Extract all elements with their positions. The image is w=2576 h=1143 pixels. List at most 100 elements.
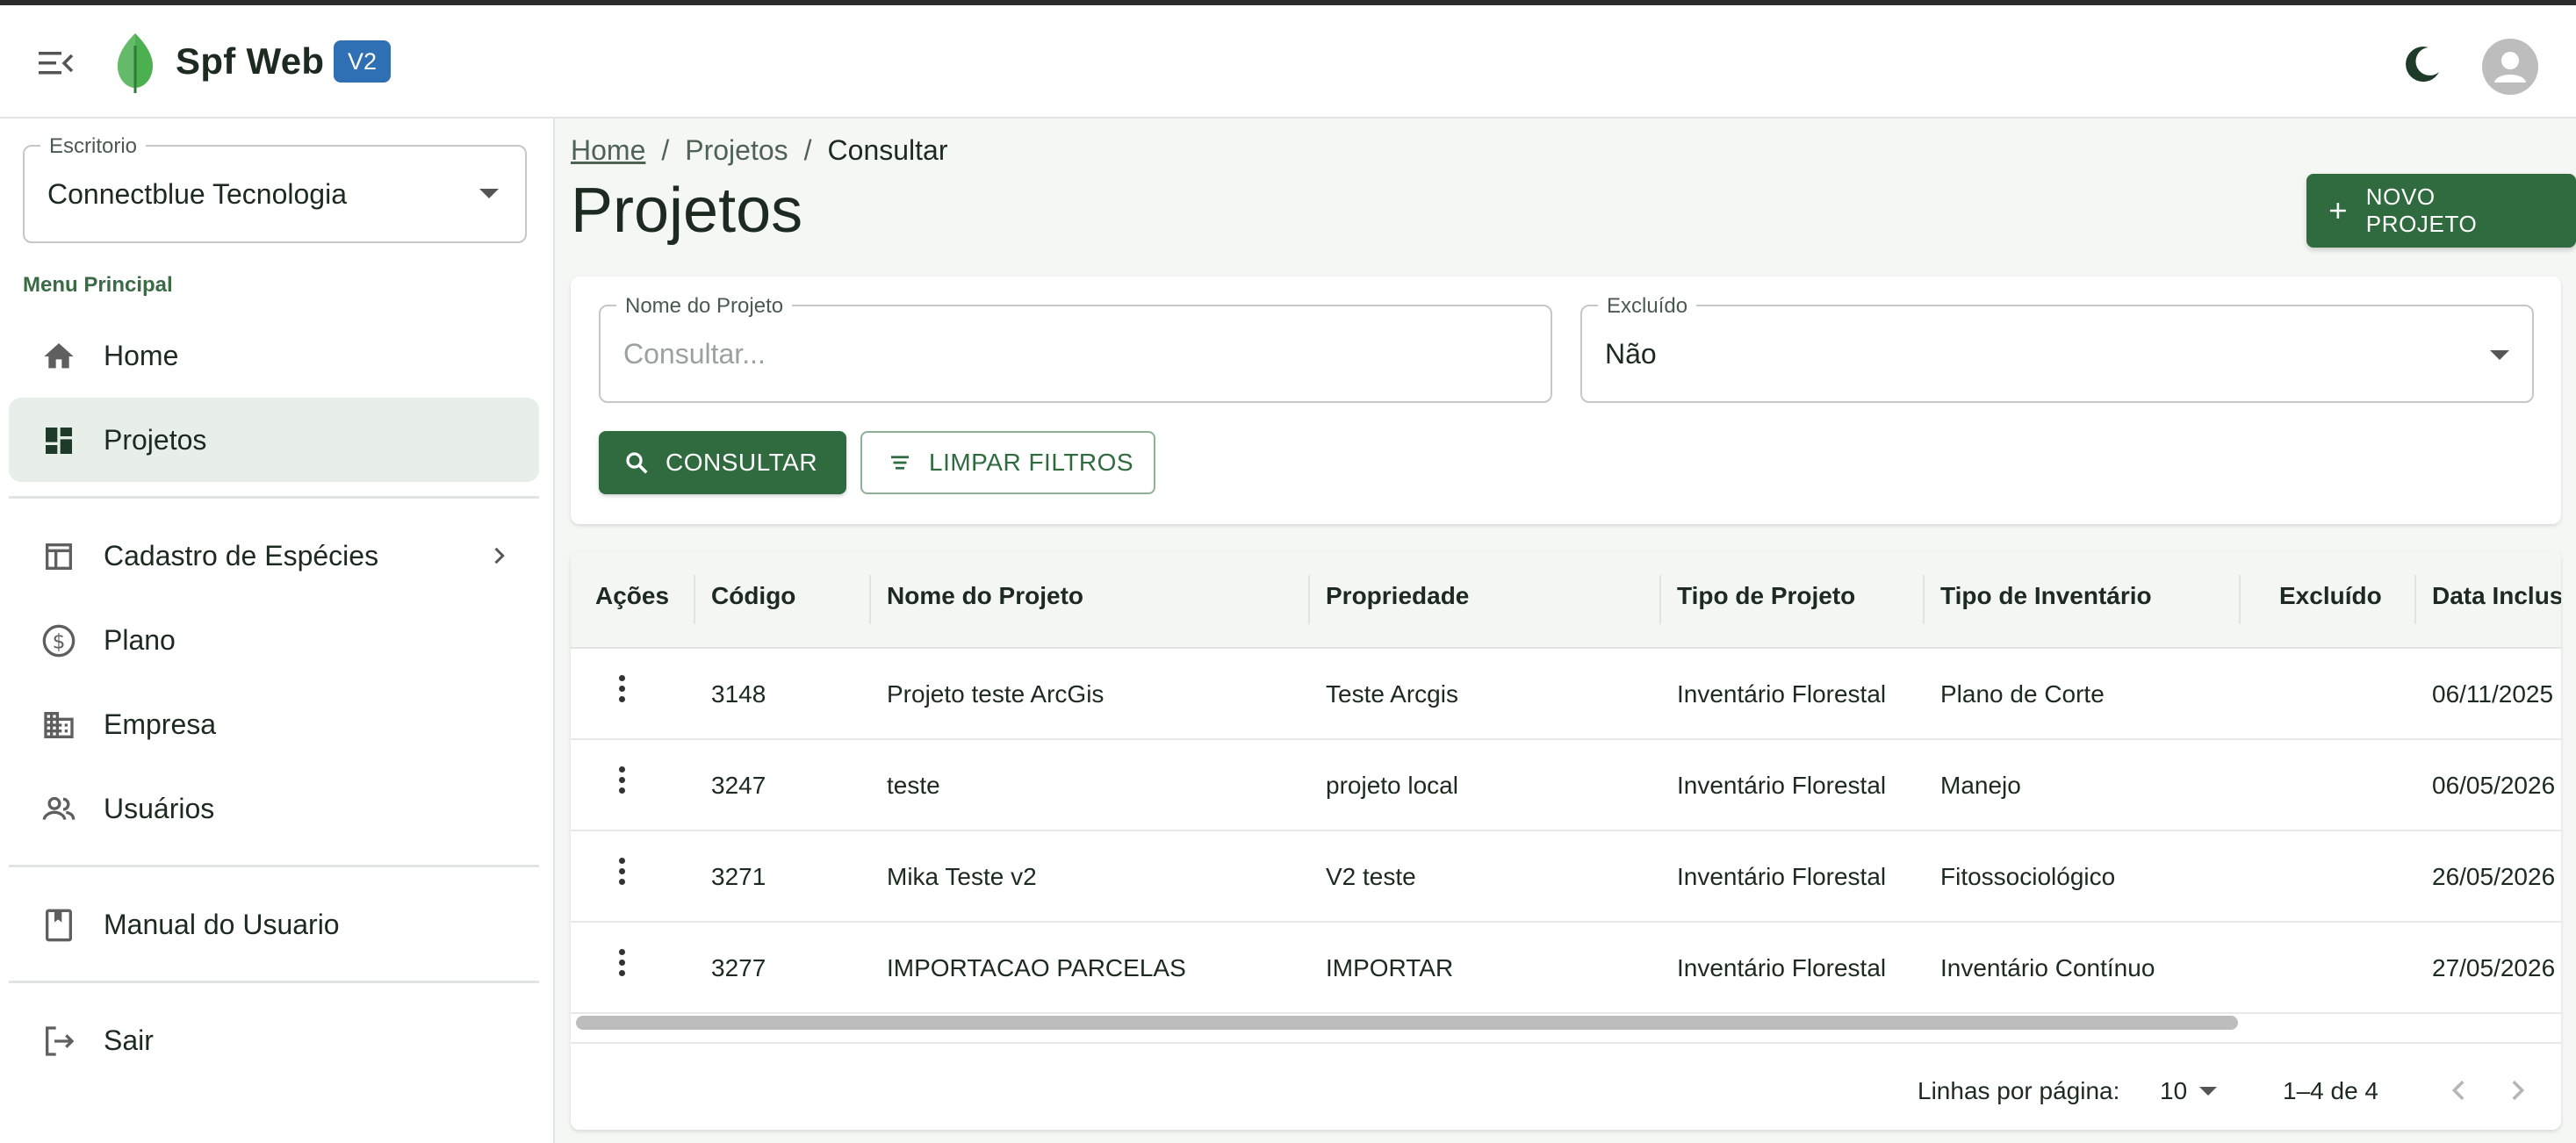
version-badge: V2 — [334, 40, 392, 83]
caret-down-icon — [479, 189, 499, 198]
building-icon — [40, 707, 77, 744]
filter-card: Nome do Projeto Excluído Não CONSULTAR L… — [571, 277, 2561, 524]
office-select-label: Escritorio — [40, 134, 147, 159]
sidebar-item-projetos[interactable]: Projetos — [9, 398, 539, 482]
cell-inventory-type: Plano de Corte — [1940, 680, 2105, 708]
more-vert-icon[interactable] — [613, 675, 630, 710]
sidebar-item-plano[interactable]: $ Plano — [9, 598, 539, 682]
moon-icon[interactable] — [2402, 44, 2443, 84]
breadcrumb-separator: / — [661, 134, 670, 166]
cell-inventory-type: Fitossociológico — [1940, 863, 2116, 890]
chevron-right-icon[interactable] — [2502, 1075, 2532, 1105]
column-separator[interactable] — [694, 575, 695, 624]
column-separator[interactable] — [2239, 575, 2241, 624]
column-header-property[interactable]: Propriedade — [1326, 582, 1469, 610]
projects-table: Ações Código Nome do Projeto Propriedade… — [571, 550, 2561, 1130]
menu-collapse-icon — [39, 52, 74, 75]
sidebar-item-home[interactable]: Home — [9, 313, 539, 398]
search-icon — [626, 452, 648, 474]
cell-code: 3271 — [711, 863, 766, 890]
sidebar-item-label: Usuários — [104, 793, 215, 824]
table-row[interactable]: 3271 Mika Teste v2 V2 teste Inventário F… — [571, 831, 2561, 923]
rows-per-page-select[interactable]: 10 — [2160, 1077, 2218, 1105]
table-row[interactable]: 3148 Projeto teste ArcGis Teste Arcgis I… — [571, 649, 2561, 740]
sidebar-item-sair[interactable]: Sair — [9, 998, 539, 1082]
sidebar-divider — [9, 981, 539, 983]
sidebar-item-label: Cadastro de Espécies — [104, 540, 379, 572]
sidebar-divider — [9, 496, 539, 499]
new-project-button[interactable]: NOVO PROJETO — [2306, 174, 2576, 248]
sidebar-item-empresa[interactable]: Empresa — [9, 682, 539, 766]
cell-property: projeto local — [1326, 772, 1458, 799]
chevron-left-icon[interactable] — [2444, 1075, 2474, 1105]
table-row[interactable]: 3247 teste projeto local Inventário Flor… — [571, 740, 2561, 831]
column-separator[interactable] — [2414, 575, 2416, 624]
plus-icon — [2329, 203, 2346, 219]
breadcrumb: Home / Projetos / Consultar — [571, 134, 947, 167]
cell-project-type: Inventário Florestal — [1677, 954, 1887, 981]
dashboard-icon — [40, 422, 77, 459]
column-separator[interactable] — [1659, 575, 1661, 624]
cell-project-type: Inventário Florestal — [1677, 772, 1887, 799]
book-icon — [40, 907, 77, 944]
project-name-field[interactable]: Nome do Projeto — [599, 294, 1552, 403]
menu-section-label: Menu Principal — [23, 273, 173, 297]
cell-project-name: Projeto teste ArcGis — [887, 680, 1105, 708]
cell-project-name: IMPORTACAO PARCELAS — [887, 954, 1186, 981]
cell-property: V2 teste — [1326, 863, 1416, 890]
more-vert-icon[interactable] — [613, 949, 630, 984]
sidebar-item-usuarios[interactable]: Usuários — [9, 766, 539, 851]
horizontal-scrollbar[interactable] — [576, 1016, 2238, 1030]
column-header-actions[interactable]: Ações — [595, 582, 669, 610]
cell-date: 26/05/2026 — [2432, 863, 2556, 890]
avatar[interactable] — [2482, 39, 2538, 95]
column-header-project-name[interactable]: Nome do Projeto — [887, 582, 1083, 610]
svg-text:$: $ — [53, 629, 66, 653]
office-select[interactable]: Escritorio Connectblue Tecnologia — [23, 134, 527, 243]
deleted-select-value: Não — [1605, 338, 1657, 370]
search-button-label: CONSULTAR — [666, 449, 818, 476]
cell-project-type: Inventário Florestal — [1677, 680, 1887, 708]
menu-collapse-button[interactable] — [33, 42, 79, 84]
more-vert-icon[interactable] — [613, 766, 630, 802]
column-header-date[interactable]: Data Inclus — [2432, 582, 2561, 610]
column-header-inventory-type[interactable]: Tipo de Inventário — [1940, 582, 2152, 610]
page-title: Projetos — [571, 176, 803, 246]
rows-per-page-label: Linhas por página: — [1918, 1077, 2120, 1104]
table-row[interactable]: 3277 IMPORTACAO PARCELAS IMPORTAR Invent… — [571, 923, 2561, 1014]
caret-down-icon — [2490, 350, 2509, 360]
logout-icon — [40, 1023, 77, 1060]
sidebar-item-label: Projetos — [104, 424, 207, 456]
more-vert-icon[interactable] — [613, 858, 630, 893]
table-icon — [40, 538, 77, 575]
main-content: Home / Projetos / Consultar Projetos NOV… — [555, 119, 2576, 1143]
breadcrumb-home-link[interactable]: Home — [571, 134, 645, 167]
column-header-project-type[interactable]: Tipo de Projeto — [1677, 582, 1855, 610]
cell-project-type: Inventário Florestal — [1677, 863, 1887, 890]
column-separator[interactable] — [1308, 575, 1310, 624]
cell-code: 3247 — [711, 772, 766, 799]
sidebar-item-label: Sair — [104, 1024, 154, 1056]
column-separator[interactable] — [869, 575, 871, 624]
sidebar-item-cadastro-especies[interactable]: Cadastro de Espécies — [9, 514, 539, 598]
column-header-code[interactable]: Código — [711, 582, 795, 610]
breadcrumb-current: Consultar — [827, 134, 948, 166]
cell-project-name: teste — [887, 772, 940, 799]
breadcrumb-separator: / — [803, 134, 812, 166]
clear-filter-icon — [891, 456, 909, 470]
project-name-input[interactable] — [623, 338, 1519, 370]
cell-date: 27/05/2026 — [2432, 954, 2556, 981]
deleted-select[interactable]: Excluído Não — [1580, 294, 2534, 403]
column-header-deleted[interactable]: Excluído — [2279, 582, 2382, 610]
clear-filters-button[interactable]: LIMPAR FILTROS — [860, 431, 1155, 494]
new-project-button-label: NOVO PROJETO — [2365, 183, 2478, 237]
sidebar-item-label: Plano — [104, 624, 176, 656]
sidebar-item-manual[interactable]: Manual do Usuario — [9, 882, 539, 967]
dollar-icon: $ — [40, 622, 77, 659]
home-icon — [40, 338, 77, 375]
column-separator[interactable] — [1923, 575, 1925, 624]
sidebar-item-label: Empresa — [104, 708, 217, 740]
search-button[interactable]: CONSULTAR — [599, 431, 846, 494]
sidebar: Escritorio Connectblue Tecnologia Menu P… — [0, 119, 555, 1143]
breadcrumb-projects-link[interactable]: Projetos — [685, 134, 788, 167]
